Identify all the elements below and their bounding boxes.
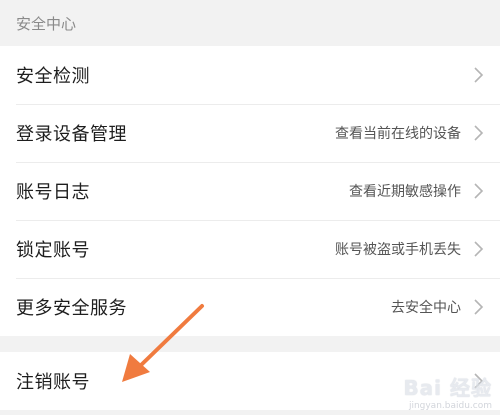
watermark-main: Bai 经验 — [403, 376, 492, 400]
menu-item-label: 锁定账号 — [16, 240, 90, 261]
menu-item-label: 登录设备管理 — [16, 124, 127, 145]
menu-item-more-security[interactable]: 更多安全服务 去安全中心 — [0, 278, 500, 336]
security-settings-page: 安全中心 安全检测 登录设备管理 查看当前在线的设备 账号日志 查看近期敏感操作… — [0, 0, 500, 415]
section-title: 安全中心 — [16, 15, 77, 33]
chevron-right-icon — [474, 183, 484, 199]
baidu-jingyan-watermark: Bai 经验 jingyan.baidu.com — [403, 372, 492, 411]
chevron-right-icon — [474, 125, 484, 141]
menu-item-hint: 账号被盗或手机丢失 — [335, 242, 461, 258]
menu-item-account-log[interactable]: 账号日志 查看近期敏感操作 — [0, 162, 500, 220]
chevron-right-icon — [474, 241, 484, 257]
menu-item-label: 账号日志 — [16, 182, 90, 203]
section-header: 安全中心 — [0, 0, 500, 46]
chevron-right-icon — [474, 67, 484, 83]
watermark-sub: jingyan.baidu.com — [408, 401, 492, 411]
menu-item-hint: 查看近期敏感操作 — [349, 184, 461, 200]
security-menu-group: 安全检测 登录设备管理 查看当前在线的设备 账号日志 查看近期敏感操作 锁定账号… — [0, 46, 500, 336]
menu-item-label: 安全检测 — [16, 66, 90, 87]
menu-item-hint: 查看当前在线的设备 — [335, 126, 461, 142]
chevron-right-icon — [474, 299, 484, 315]
menu-item-security-check[interactable]: 安全检测 — [0, 46, 500, 104]
menu-item-label: 更多安全服务 — [16, 298, 127, 319]
section-gap — [0, 336, 500, 352]
menu-item-hint: 去安全中心 — [391, 300, 461, 316]
menu-item-login-devices[interactable]: 登录设备管理 查看当前在线的设备 — [0, 104, 500, 162]
menu-item-lock-account[interactable]: 锁定账号 账号被盗或手机丢失 — [0, 220, 500, 278]
